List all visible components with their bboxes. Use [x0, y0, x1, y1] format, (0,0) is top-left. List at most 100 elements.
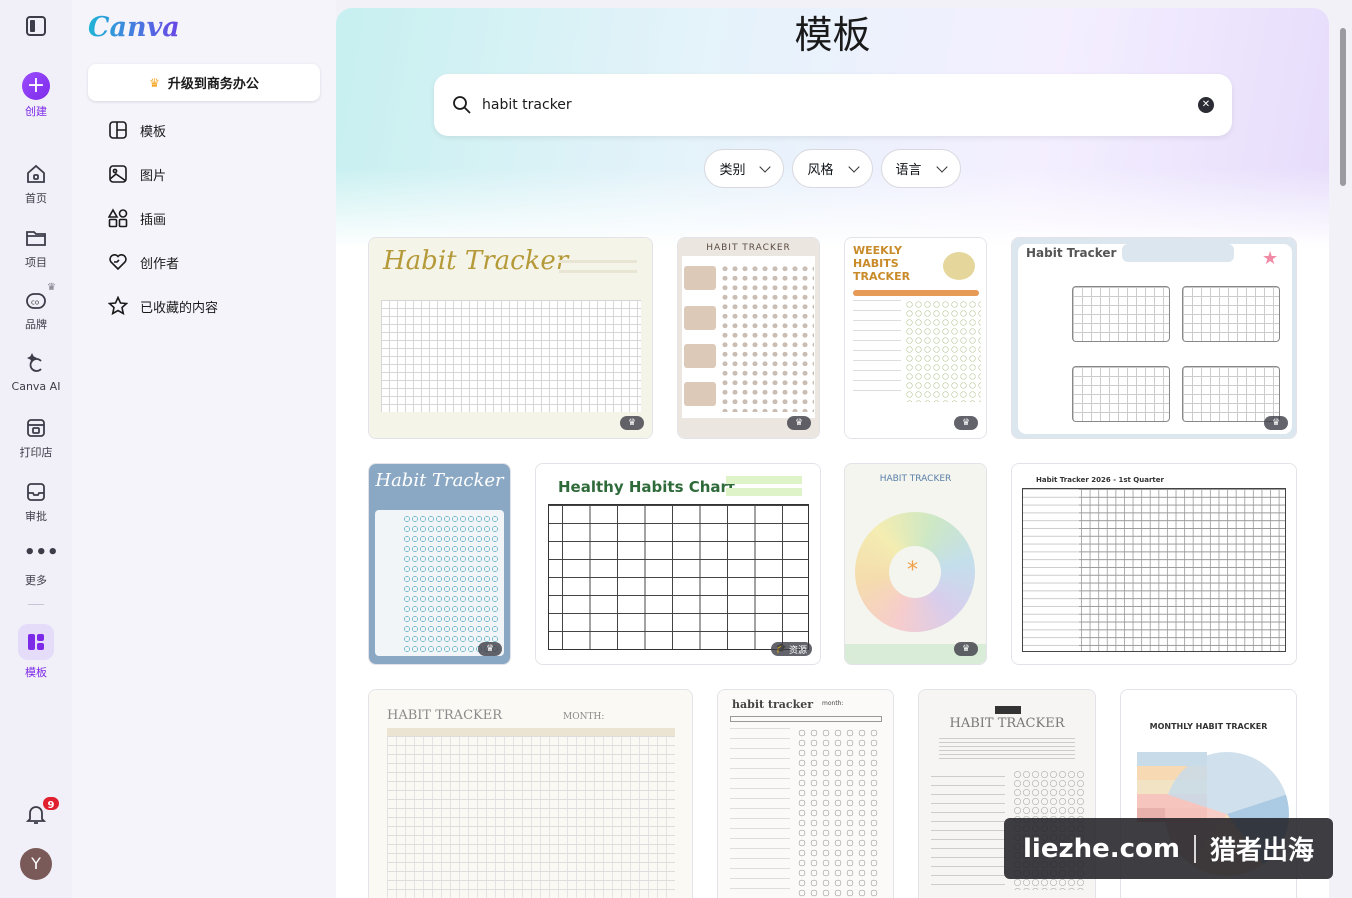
card-thumbnail: HABIT TRACKER *	[845, 464, 986, 664]
rail-print[interactable]: 打印店	[0, 416, 72, 460]
card-thumbnail: Habit Tracker ★	[1012, 238, 1296, 438]
template-card[interactable]: Habit Tracker ♛	[368, 463, 511, 665]
template-card[interactable]: habit tracker month:	[717, 689, 894, 898]
nav-creators[interactable]: 创作者	[108, 251, 179, 273]
card-thumbnail: habit tracker month:	[718, 690, 893, 898]
crown-icon: ♛	[961, 418, 971, 428]
nav-templates[interactable]: 模板	[108, 119, 166, 141]
card-subtitle: MONTH:	[563, 712, 605, 722]
inbox-icon	[24, 480, 48, 504]
rail-create[interactable]: + 创建	[0, 72, 72, 119]
template-card[interactable]: Habit Tracker 2026 - 1st Quarter	[1011, 463, 1297, 665]
svg-text:co: co	[31, 299, 39, 307]
page-scrollbar[interactable]	[1340, 28, 1346, 186]
plus-icon: +	[22, 72, 50, 100]
nav-favorites[interactable]: 已收藏的内容	[108, 295, 218, 317]
crown-icon: ♛	[627, 418, 637, 428]
rail-home[interactable]: 首页	[0, 162, 72, 206]
notification-count-badge: 9	[41, 795, 61, 812]
filter-language[interactable]: 语言	[880, 149, 961, 188]
page-title: 模板	[794, 13, 871, 57]
nav-illustrations-label: 插画	[140, 212, 167, 228]
search-input[interactable]	[482, 97, 1198, 113]
avatar[interactable]: Y	[20, 848, 52, 880]
search-bar[interactable]: ✕	[434, 74, 1232, 136]
card-thumbnail: WEEKLY HABITS TRACKER	[845, 238, 986, 438]
upgrade-button[interactable]: ♛ 升级到商务办公	[88, 64, 320, 101]
watermark-site: liezhe.com	[1023, 833, 1180, 864]
card-title: WEEKLY HABITS TRACKER	[853, 244, 911, 283]
filter-category[interactable]: 类别	[704, 149, 785, 188]
side-panel: Canva ♛ 升级到商务办公 模板 图片 插画 创作者 已收藏的内容	[72, 0, 336, 898]
store-icon	[24, 416, 48, 440]
rail-canva-ai[interactable]: Canva AI	[0, 352, 72, 393]
template-card[interactable]: HABIT TRACKER ♛	[677, 237, 820, 439]
premium-badge: ♛	[1264, 416, 1288, 430]
resource-badge-label: 资源	[788, 645, 807, 656]
rail-more-label: 更多	[25, 574, 47, 587]
nav-templates-label: 模板	[140, 124, 167, 140]
card-thumbnail: Healthy Habits Chart	[536, 464, 820, 664]
clear-search-icon[interactable]: ✕	[1198, 97, 1214, 113]
premium-badge: ♛	[478, 642, 502, 656]
nav-photos-label: 图片	[140, 168, 167, 184]
shapes-icon	[108, 208, 128, 228]
crown-icon: ♛	[47, 282, 56, 293]
card-title: HABIT TRACKER	[387, 708, 503, 723]
template-card[interactable]: HABIT TRACKER * ♛	[844, 463, 987, 665]
template-card[interactable]: Habit Tracker ★ ♛	[1011, 237, 1297, 439]
rail-brand[interactable]: co ♛ 品牌	[0, 282, 72, 332]
chevron-down-icon	[935, 160, 948, 173]
sidebar-toggle-icon[interactable]	[26, 16, 46, 36]
rail-approval-label: 审批	[25, 510, 47, 523]
template-card[interactable]: WEEKLY HABITS TRACKER ♛	[844, 237, 987, 439]
chevron-down-icon	[847, 160, 860, 173]
filter-style[interactable]: 风格	[792, 149, 873, 188]
rail-templates[interactable]: 模板	[0, 624, 72, 680]
left-rail: + 创建 首页 项目 co ♛ 品牌 Canva AI 打印店 审批 ••• 更…	[0, 0, 72, 898]
upgrade-label: 升级到商务办公	[167, 77, 259, 92]
graduation-cap-icon: 🎓	[775, 644, 787, 654]
crown-icon: ♛	[961, 644, 971, 654]
rail-home-label: 首页	[25, 192, 47, 205]
nav-photos[interactable]: 图片	[108, 163, 166, 185]
card-thumbnail: HABIT TRACKER MONTH:	[369, 690, 692, 898]
card-thumbnail: Habit Tracker 2026 - 1st Quarter	[1012, 464, 1296, 664]
chevron-down-icon	[759, 160, 772, 173]
rail-brand-label: 品牌	[25, 318, 47, 331]
sparkle-icon	[24, 352, 48, 376]
nav-illustrations[interactable]: 插画	[108, 207, 166, 229]
resource-badge: 🎓 资源	[770, 642, 812, 656]
home-icon	[24, 162, 48, 186]
rail-create-label: 创建	[25, 105, 47, 118]
template-card[interactable]: Healthy Habits Chart 🎓 资源	[535, 463, 821, 665]
card-title: habit tracker	[732, 698, 814, 711]
rail-ai-label: Canva AI	[11, 380, 61, 393]
crown-icon: ♛	[1271, 418, 1281, 428]
card-title: Habit Tracker 2026 - 1st Quarter	[1036, 476, 1164, 484]
card-title: Habit Tracker	[375, 470, 504, 491]
template-card[interactable]: Habit Tracker ♛	[368, 237, 653, 439]
premium-badge: ♛	[620, 416, 644, 430]
filter-category-label: 类别	[719, 163, 746, 178]
template-card[interactable]: HABIT TRACKER MONTH:	[368, 689, 693, 898]
watermark-divider	[1193, 834, 1196, 863]
rail-projects[interactable]: 项目	[0, 226, 72, 270]
canva-logo[interactable]: Canva	[88, 12, 180, 43]
premium-badge: ♛	[954, 642, 978, 656]
templates-icon	[18, 624, 54, 660]
card-title: Healthy Habits Chart	[558, 478, 736, 496]
heart-icon	[109, 254, 127, 271]
notifications-button[interactable]: 9	[24, 795, 61, 826]
rail-approval[interactable]: 审批	[0, 480, 72, 524]
star-decoration-icon: ★	[1262, 248, 1279, 269]
card-title: HABIT TRACKER	[949, 716, 1065, 731]
watermark-brand: 猎者出海	[1209, 836, 1314, 866]
crown-icon: ♛	[794, 418, 804, 428]
crown-icon: ♛	[149, 75, 160, 90]
rail-more[interactable]: ••• 更多	[0, 544, 72, 588]
premium-badge: ♛	[787, 416, 811, 430]
main-content: 模板 ✕ 类别 风格 语言 Habit Tracker ♛ HABIT TRAC…	[336, 8, 1329, 898]
watermark: liezhe.com 猎者出海	[1004, 818, 1333, 879]
crown-icon: ♛	[485, 644, 495, 654]
